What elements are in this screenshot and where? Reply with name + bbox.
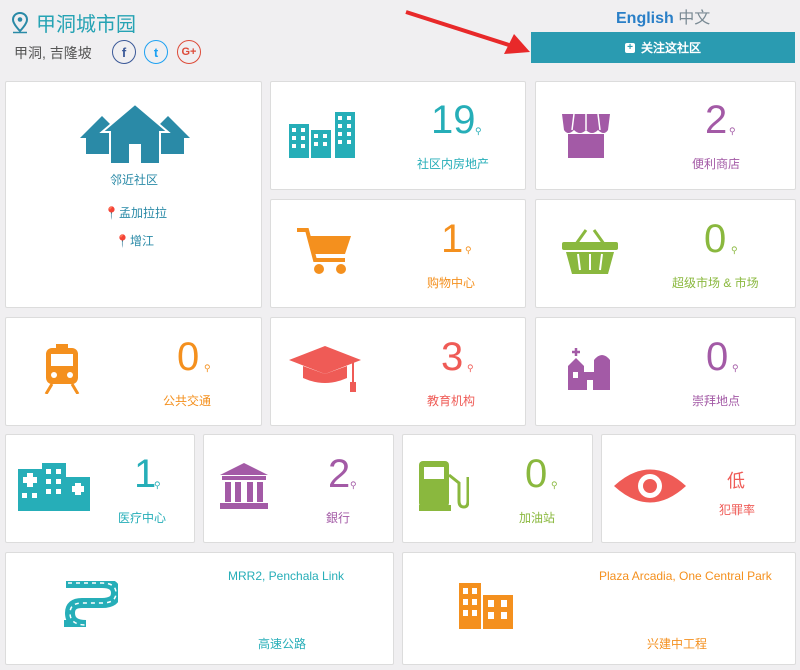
location-subtitle: 甲洞, 吉隆坡 [14,45,92,61]
neighbourhood-title: 邻近社区 [110,173,159,187]
cart-icon [297,228,351,274]
hospital-icon [18,463,90,511]
crime-label: 犯罪率 [719,503,756,517]
worship-count: 0 [706,335,729,379]
map-pin-icon: ⚲ [350,480,357,490]
church-icon [568,348,610,390]
page-title: 甲洞城市园 [36,14,136,36]
mall-label: 购物中心 [427,276,476,290]
google-plus-icon[interactable]: G+ [177,40,201,64]
supermarket-label: 超级市场 & 市场 [672,276,759,290]
map-pin-icon: ⚲ [732,363,739,373]
crime-rate-card[interactable]: 低 犯罪率 [601,434,796,543]
construction-card[interactable]: Plaza Arcadia, One Central Park 兴建中工程 [402,552,796,665]
worship-card[interactable]: 0 ⚲ 崇拜地点 [535,317,796,426]
bank-icon [220,463,268,509]
plus-icon: + [624,42,635,53]
convenience-count: 2 [705,98,728,142]
map-pin-icon: ⚲ [467,363,474,373]
header: 甲洞城市园 [12,8,136,37]
map-pin-icon [12,11,28,33]
map-pin-icon: ⚲ [731,245,738,255]
bank-count: 2 [328,452,351,496]
map-pin-icon: ⚲ [465,245,472,255]
neighbourhood-place-2[interactable]: 📍增江 [115,232,154,249]
construction-building-icon [459,583,513,629]
transport-count: 0 [177,335,200,379]
petrol-count: 0 [525,452,548,496]
follow-community-button[interactable]: + 关注这社区 [531,32,795,63]
crime-value: 低 [727,471,745,491]
properties-count: 19 [431,98,476,142]
highway-card[interactable]: MRR2, Penchala Link 高速公路 [5,552,394,665]
bank-label: 銀行 [326,511,351,525]
supermarket-card[interactable]: 0 ⚲ 超级市场 & 市场 [535,199,796,308]
medical-card[interactable]: 1 ⚲ 医疗中心 [5,434,195,543]
public-transport-card[interactable]: 0 ⚲ 公共交通 [5,317,262,426]
map-pin-icon: 📍 [115,234,130,248]
train-icon [44,344,80,394]
education-count: 3 [441,335,464,379]
bank-card[interactable]: 2 ⚲ 銀行 [203,434,394,543]
map-pin-icon: ⚲ [729,126,736,136]
highway-label: 高速公路 [258,637,307,651]
buildings-icon [289,112,355,158]
red-arrow-icon [405,10,530,54]
development-name: Plaza Arcadia, One Central Park [599,569,772,583]
petrol-station-card[interactable]: 0 ⚲ 加油站 [402,434,593,543]
map-pin-icon: ⚲ [204,363,211,373]
map-pin-icon: ⚲ [475,126,482,136]
mall-count: 1 [441,217,464,261]
houses-icon [80,104,190,164]
petrol-label: 加油站 [519,511,556,525]
education-label: 教育机构 [427,394,476,408]
eye-icon [614,469,686,503]
language-switcher: English 中文 [616,4,710,28]
properties-label: 社区内房地产 [417,157,490,171]
education-card[interactable]: 3 ⚲ 教育机构 [270,317,526,426]
supermarket-count: 0 [704,217,727,261]
road-icon [64,581,118,627]
shop-icon [562,113,610,158]
highway-name: MRR2, Penchala Link [228,569,345,583]
map-pin-icon: 📍 [104,206,119,220]
graduation-cap-icon [289,346,361,392]
medical-count: 1 [134,452,157,496]
fuel-pump-icon [419,461,469,511]
map-pin-icon: ⚲ [551,480,558,490]
transport-label: 公共交通 [163,394,212,408]
basket-icon [562,229,618,274]
convenience-label: 便利商店 [692,157,741,171]
lang-chinese-link[interactable]: 中文 [678,10,710,27]
map-pin-icon: ⚲ [154,480,161,490]
twitter-icon[interactable]: t [144,40,168,64]
development-label: 兴建中工程 [647,637,708,651]
medical-label: 医疗中心 [118,511,167,525]
neighbourhood-card[interactable]: 邻近社区 📍孟加拉拉 📍增江 [5,81,262,308]
facebook-icon[interactable]: f [112,40,136,64]
lang-english-link[interactable]: English [616,10,674,27]
neighbourhood-place-1[interactable]: 📍孟加拉拉 [104,204,167,221]
properties-card[interactable]: 19 ⚲ 社区内房地产 [270,81,526,190]
worship-label: 崇拜地点 [692,394,741,408]
convenience-store-card[interactable]: 2 ⚲ 便利商店 [535,81,796,190]
shopping-mall-card[interactable]: 1 ⚲ 购物中心 [270,199,526,308]
